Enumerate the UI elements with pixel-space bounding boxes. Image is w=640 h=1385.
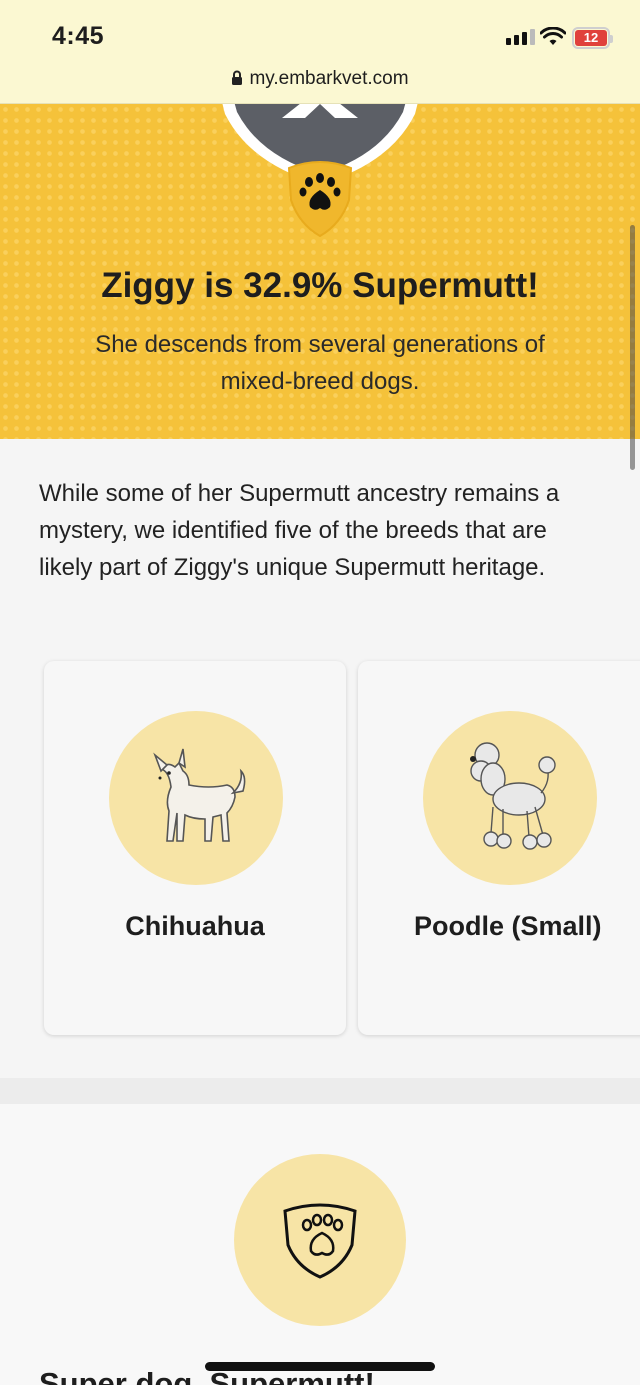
lock-icon (232, 70, 243, 85)
home-indicator[interactable] (205, 1362, 435, 1371)
supermutt-hero: Ziggy is 32.9% Supermutt! She descends f… (0, 104, 640, 439)
breed-name: Chihuahua (125, 911, 265, 941)
breed-card-chihuahua[interactable]: Chihuahua (44, 661, 346, 1035)
url-text: my.embarkvet.com (249, 68, 409, 89)
paw-badge-icon (287, 161, 353, 238)
supermutt-subtitle: She descends from several generations of… (95, 331, 545, 395)
breed-name: Poodle (Small) (414, 911, 602, 941)
poodle-illustration (423, 711, 597, 885)
paw-shield-circle (234, 1154, 406, 1326)
chihuahua-illustration (109, 711, 283, 885)
battery-icon: 12 (572, 27, 613, 49)
scrollbar[interactable] (630, 225, 635, 470)
supermutt-section: Super dog. Supermutt! (0, 1104, 640, 1385)
browser-top-bar: 4:45 12 my.embarkvet.com (0, 0, 640, 104)
ancestry-intro-text: While some of her Supermutt ancestry rem… (39, 480, 560, 581)
status-time: 4:45 (52, 22, 105, 50)
wifi-icon (540, 27, 566, 45)
supermutt-percentage-title: Ziggy is 32.9% Supermutt! (101, 266, 539, 305)
section-divider (0, 1078, 640, 1104)
battery-level: 12 (575, 30, 607, 46)
url-bar[interactable]: my.embarkvet.com (0, 68, 640, 90)
paw-shield-icon (283, 1203, 357, 1279)
cellular-signal-icon (506, 29, 535, 45)
breed-card-poodle-small[interactable]: Poodle (Small) (358, 661, 640, 1035)
